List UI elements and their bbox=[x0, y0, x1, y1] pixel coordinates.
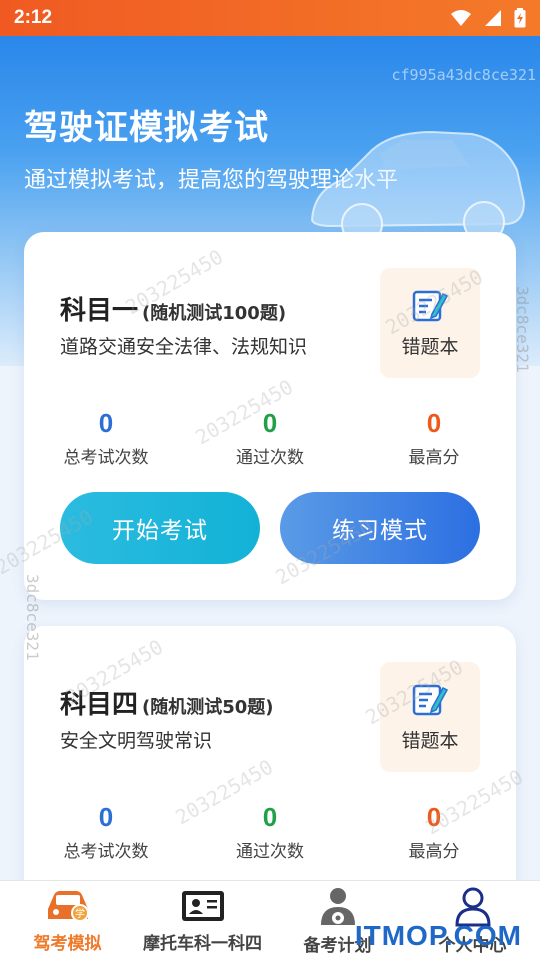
stat-value: 0 bbox=[262, 408, 278, 438]
subject-one-card: 科目一 (随机测试100题) 道路交通安全法律、法规知识 错题本 0 总考试次数 … bbox=[24, 232, 516, 600]
subject-title: 科目四 (随机测试50题) bbox=[60, 684, 274, 721]
notebook-edit-icon bbox=[412, 290, 448, 321]
tab-label: 摩托车科一科四 bbox=[143, 934, 262, 954]
wifi-icon bbox=[451, 10, 471, 26]
side-watermark-id: 3dc8ce321 bbox=[513, 286, 532, 373]
driver-icon bbox=[320, 888, 355, 925]
stats-row: 0 总考试次数 0 通过次数 0 最高分 bbox=[24, 802, 516, 862]
subject-note: (随机测试100题) bbox=[142, 303, 287, 324]
stat-label: 通过次数 bbox=[236, 842, 304, 862]
stat-label: 总考试次数 bbox=[63, 448, 149, 468]
stat-total-exams: 0 总考试次数 bbox=[24, 802, 188, 862]
subject-desc: 道路交通安全法律、法规知识 bbox=[60, 336, 308, 358]
watermark-id: cf995a43dc8ce321 bbox=[391, 66, 537, 84]
stat-high-score: 0 最高分 bbox=[352, 408, 516, 468]
tab-motorcycle[interactable]: 摩托车科一科四 bbox=[135, 881, 270, 960]
stat-high-score: 0 最高分 bbox=[352, 802, 516, 862]
error-book-button[interactable]: 错题本 bbox=[380, 268, 480, 378]
stat-value: 0 bbox=[262, 802, 278, 832]
stats-row: 0 总考试次数 0 通过次数 0 最高分 bbox=[24, 408, 516, 468]
stat-value: 0 bbox=[98, 408, 114, 438]
subject-name: 科目四 bbox=[60, 690, 139, 720]
start-exam-button[interactable]: 开始考试 bbox=[60, 492, 260, 564]
stat-value: 0 bbox=[426, 408, 442, 438]
car-icon: 学 bbox=[47, 891, 89, 922]
stat-passes: 0 通过次数 bbox=[188, 408, 352, 468]
stat-label: 最高分 bbox=[408, 448, 460, 468]
notebook-edit-icon bbox=[412, 684, 448, 715]
signal-icon bbox=[485, 10, 501, 26]
stat-value: 0 bbox=[98, 802, 114, 832]
error-book-label: 错题本 bbox=[401, 729, 459, 752]
subject-note: (随机测试50题) bbox=[142, 697, 274, 718]
page-title: 驾驶证模拟考试 bbox=[24, 108, 269, 148]
stat-label: 总考试次数 bbox=[63, 842, 149, 862]
subject-name: 科目一 bbox=[60, 296, 139, 326]
status-icons bbox=[450, 8, 526, 28]
brand-watermark: ITMOP.COM bbox=[354, 920, 522, 951]
car-illustration bbox=[310, 130, 526, 245]
side-watermark-id: 3dc8ce321 bbox=[23, 574, 42, 661]
tab-label: 驾考模拟 bbox=[33, 934, 102, 954]
tab-driving-test[interactable]: 学 驾考模拟 bbox=[0, 881, 135, 960]
status-time: 2:12 bbox=[14, 7, 53, 28]
battery-icon bbox=[514, 8, 526, 28]
id-card-icon bbox=[181, 891, 224, 921]
stat-value: 0 bbox=[426, 802, 442, 832]
error-book-button[interactable]: 错题本 bbox=[380, 662, 480, 772]
subject-title: 科目一 (随机测试100题) bbox=[60, 290, 286, 327]
stat-label: 通过次数 bbox=[236, 448, 304, 468]
svg-text:学: 学 bbox=[75, 907, 85, 920]
stat-total-exams: 0 总考试次数 bbox=[24, 408, 188, 468]
subject-desc: 安全文明驾驶常识 bbox=[60, 730, 213, 752]
status-bar: 2:12 bbox=[0, 0, 540, 36]
stat-label: 最高分 bbox=[408, 842, 460, 862]
practice-mode-button[interactable]: 练习模式 bbox=[280, 492, 480, 564]
error-book-label: 错题本 bbox=[401, 335, 459, 358]
stat-passes: 0 通过次数 bbox=[188, 802, 352, 862]
